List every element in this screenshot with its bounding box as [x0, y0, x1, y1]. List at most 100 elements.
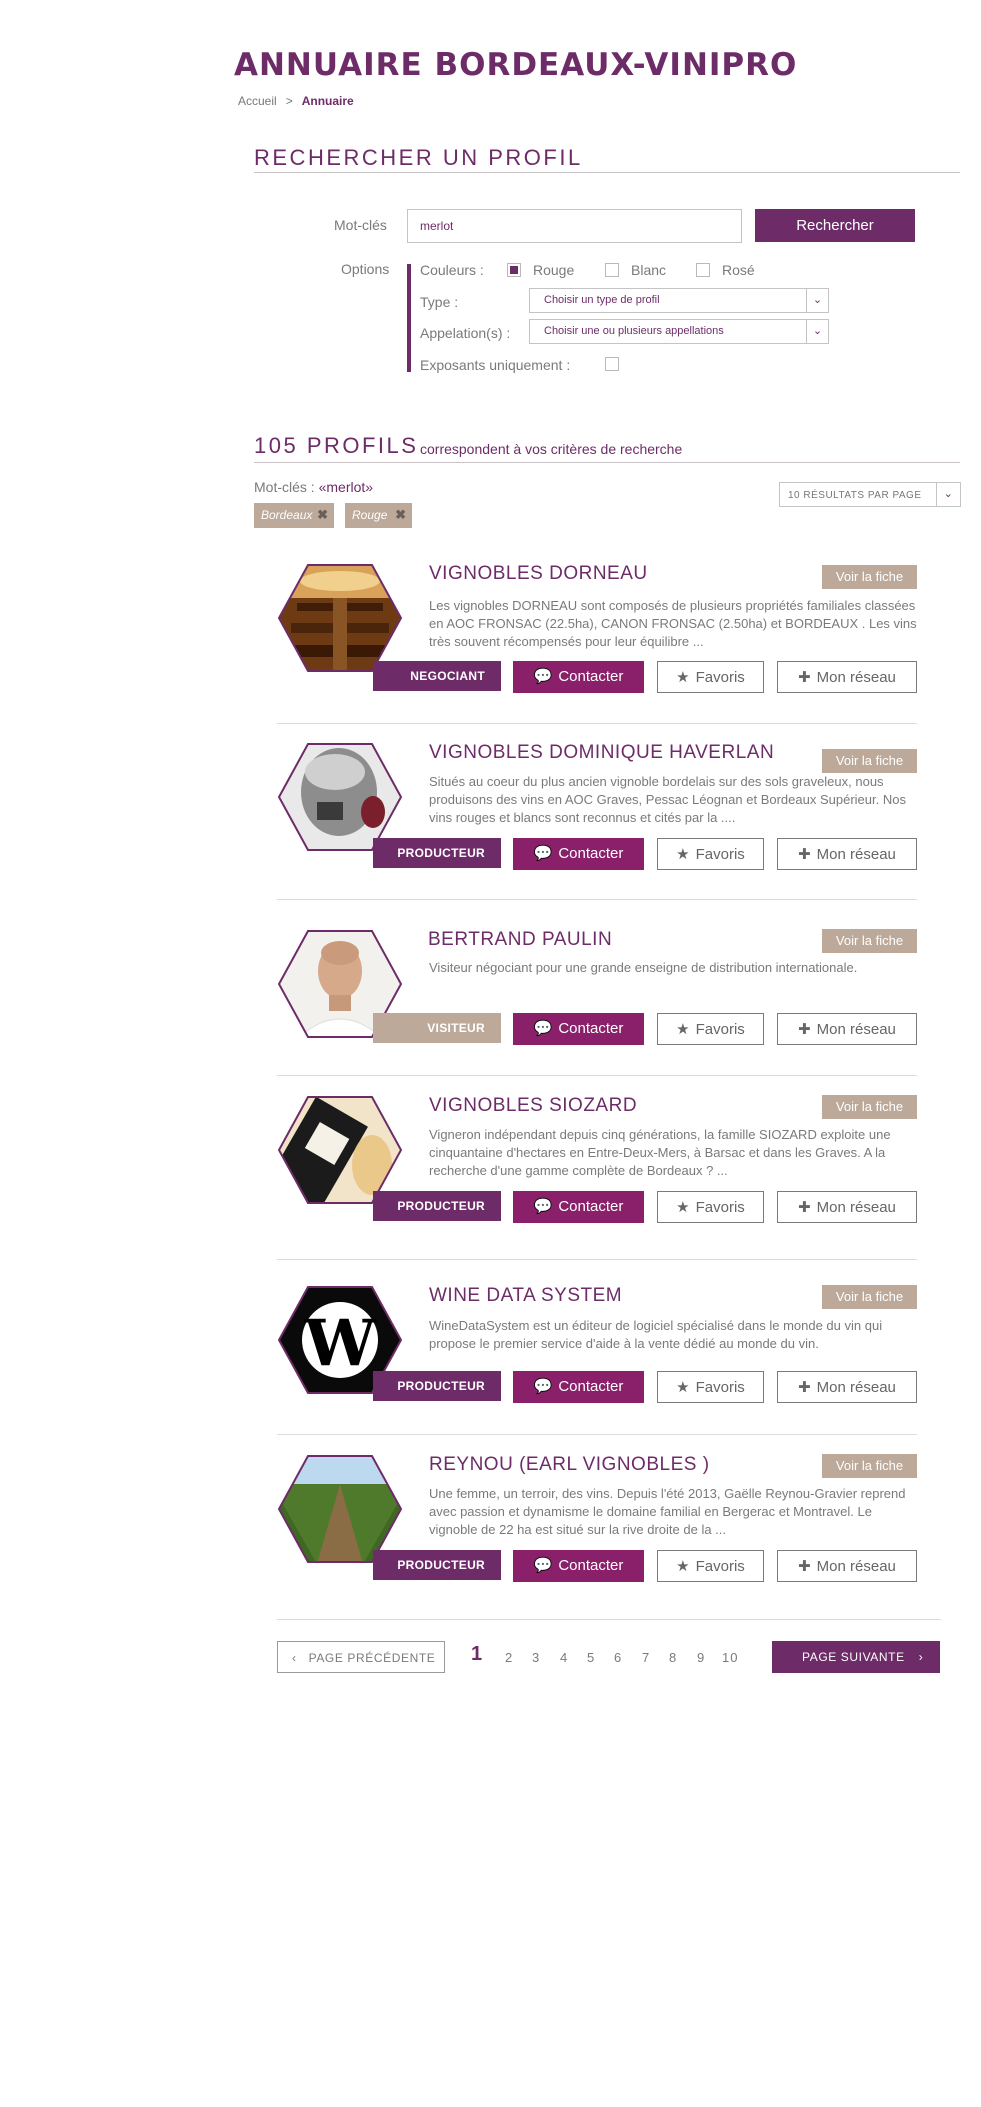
view-profile-button[interactable]: Voir la fiche	[822, 1285, 917, 1309]
network-label: Mon réseau	[816, 846, 896, 863]
favorite-label: Favoris	[695, 669, 745, 686]
view-profile-button[interactable]: Voir la fiche	[822, 749, 917, 773]
plus-icon: ✚	[798, 1558, 811, 1575]
previous-page-button[interactable]: ‹ PAGE PRÉCÉDENTE	[277, 1641, 445, 1673]
add-network-button[interactable]: ✚ Mon réseau	[777, 1191, 917, 1223]
per-page-select[interactable]: 10 RÉSULTATS PAR PAGE ⌄	[779, 482, 961, 507]
view-profile-button[interactable]: Voir la fiche	[822, 1095, 917, 1119]
profile-name[interactable]: VIGNOBLES DOMINIQUE HAVERLAN	[429, 742, 774, 764]
plus-icon: ✚	[798, 1021, 811, 1038]
chevron-right-icon: ›	[918, 1650, 924, 1664]
contact-label: Contacter	[558, 668, 624, 685]
add-network-button[interactable]: ✚ Mon réseau	[777, 1371, 917, 1403]
card-divider	[277, 1434, 917, 1435]
close-icon[interactable]: ✖	[395, 507, 406, 523]
page-link[interactable]: 2	[505, 1650, 513, 1665]
favorite-button[interactable]: ★ Favoris	[657, 661, 764, 693]
page-link[interactable]: 3	[532, 1650, 540, 1665]
favorite-button[interactable]: ★ Favoris	[657, 1191, 764, 1223]
view-profile-button[interactable]: Voir la fiche	[822, 929, 917, 953]
color-label-blanc: Blanc	[631, 262, 667, 278]
add-network-button[interactable]: ✚ Mon réseau	[777, 661, 917, 693]
favorite-button[interactable]: ★ Favoris	[657, 1371, 764, 1403]
favorite-button[interactable]: ★ Favoris	[657, 1013, 764, 1045]
page-link-current[interactable]: 1	[471, 1643, 483, 1666]
chat-icon: 💬	[533, 1198, 553, 1215]
contact-button[interactable]: 💬 Contacter	[513, 838, 644, 870]
contact-button[interactable]: 💬 Contacter	[513, 1013, 644, 1045]
favorite-label: Favoris	[695, 1199, 745, 1216]
profile-card: NEGOCIANT VIGNOBLES DORNEAU Voir la fich…	[277, 563, 917, 693]
profile-card: PRODUCTEUR VIGNOBLES DOMINIQUE HAVERLAN …	[277, 742, 917, 872]
profile-type-badge: PRODUCTEUR	[373, 1371, 501, 1401]
checkbox-color-rouge[interactable]	[507, 263, 521, 277]
checkbox-color-rose[interactable]	[696, 263, 710, 277]
chat-icon: 💬	[533, 668, 553, 685]
page-link[interactable]: 8	[669, 1650, 677, 1665]
network-label: Mon réseau	[816, 1199, 896, 1216]
results-count-caption: correspondent à vos critères de recherch…	[420, 441, 683, 457]
profile-name[interactable]: VIGNOBLES DORNEAU	[429, 563, 648, 585]
profile-photo-man-tasting	[277, 743, 403, 851]
page-link[interactable]: 6	[614, 1650, 622, 1665]
appellation-select[interactable]: Choisir une ou plusieurs appellations ⌄	[529, 319, 829, 344]
view-profile-button[interactable]: Voir la fiche	[822, 1454, 917, 1478]
favorite-button[interactable]: ★ Favoris	[657, 838, 764, 870]
profile-description: Une femme, un terroir, des vins. Depuis …	[429, 1486, 906, 1537]
plus-icon: ✚	[798, 846, 811, 863]
page-link[interactable]: 4	[560, 1650, 568, 1665]
contact-label: Contacter	[558, 1198, 624, 1215]
checkbox-color-blanc[interactable]	[605, 263, 619, 277]
search-button[interactable]: Rechercher	[755, 209, 915, 242]
profile-name[interactable]: BERTRAND PAULIN	[428, 929, 612, 951]
profile-name[interactable]: REYNOU (EARL VIGNOBLES )	[429, 1454, 710, 1476]
plus-icon: ✚	[798, 1199, 811, 1216]
contact-button[interactable]: 💬 Contacter	[513, 1371, 644, 1403]
search-section-title: RECHERCHER UN PROFIL	[254, 145, 583, 170]
contact-button[interactable]: 💬 Contacter	[513, 1550, 644, 1582]
keywords-summary: Mot-clés : «merlot»	[254, 479, 373, 495]
keywords-input[interactable]	[407, 209, 742, 243]
next-page-button[interactable]: PAGE SUIVANTE ›	[772, 1641, 940, 1673]
favorite-button[interactable]: ★ Favoris	[657, 1550, 764, 1582]
add-network-button[interactable]: ✚ Mon réseau	[777, 1550, 917, 1582]
filter-tag-rouge: Rouge ✖	[345, 503, 412, 528]
contact-button[interactable]: 💬 Contacter	[513, 661, 644, 693]
contact-button[interactable]: 💬 Contacter	[513, 1191, 644, 1223]
page-link[interactable]: 7	[642, 1650, 650, 1665]
chevron-down-icon: ⌄	[936, 483, 960, 506]
star-icon: ★	[676, 1021, 690, 1038]
card-divider	[277, 723, 917, 724]
previous-page-label: PAGE PRÉCÉDENTE	[308, 1651, 436, 1665]
filter-tag-label: Rouge	[352, 508, 388, 522]
view-profile-button[interactable]: Voir la fiche	[822, 565, 917, 589]
profile-card: PRODUCTEUR REYNOU (EARL VIGNOBLES ) Voir…	[277, 1454, 917, 1584]
chat-icon: 💬	[533, 1020, 553, 1037]
appellation-select-value: Choisir une ou plusieurs appellations	[544, 325, 724, 337]
filter-tag-label: Bordeaux	[261, 508, 313, 522]
profile-name[interactable]: WINE DATA SYSTEM	[429, 1285, 622, 1307]
chat-icon: 💬	[533, 1378, 553, 1395]
profile-photo-cellar	[277, 564, 403, 672]
profile-description: Situés au coeur du plus ancien vignoble …	[429, 774, 906, 825]
page-link[interactable]: 5	[587, 1650, 595, 1665]
options-bar	[407, 264, 411, 372]
profile-name[interactable]: VIGNOBLES SIOZARD	[429, 1095, 637, 1117]
plus-icon: ✚	[798, 1379, 811, 1396]
breadcrumb-home[interactable]: Accueil	[238, 94, 277, 108]
color-label-rose: Rosé	[722, 262, 755, 278]
add-network-button[interactable]: ✚ Mon réseau	[777, 838, 917, 870]
card-divider	[277, 1075, 917, 1076]
checkbox-exhibitors[interactable]	[605, 357, 619, 371]
type-select[interactable]: Choisir un type de profil ⌄	[529, 288, 829, 313]
network-label: Mon réseau	[816, 1558, 896, 1575]
chevron-down-icon: ⌄	[806, 320, 828, 343]
favorite-label: Favoris	[695, 1021, 745, 1038]
page-link[interactable]: 10	[722, 1650, 738, 1665]
page-link[interactable]: 9	[697, 1650, 705, 1665]
add-network-button[interactable]: ✚ Mon réseau	[777, 1013, 917, 1045]
chat-icon: 💬	[533, 1557, 553, 1574]
profile-description: Vigneron indépendant depuis cinq générat…	[429, 1127, 891, 1178]
close-icon[interactable]: ✖	[317, 507, 328, 523]
profile-photo-vineyard	[277, 1455, 403, 1563]
